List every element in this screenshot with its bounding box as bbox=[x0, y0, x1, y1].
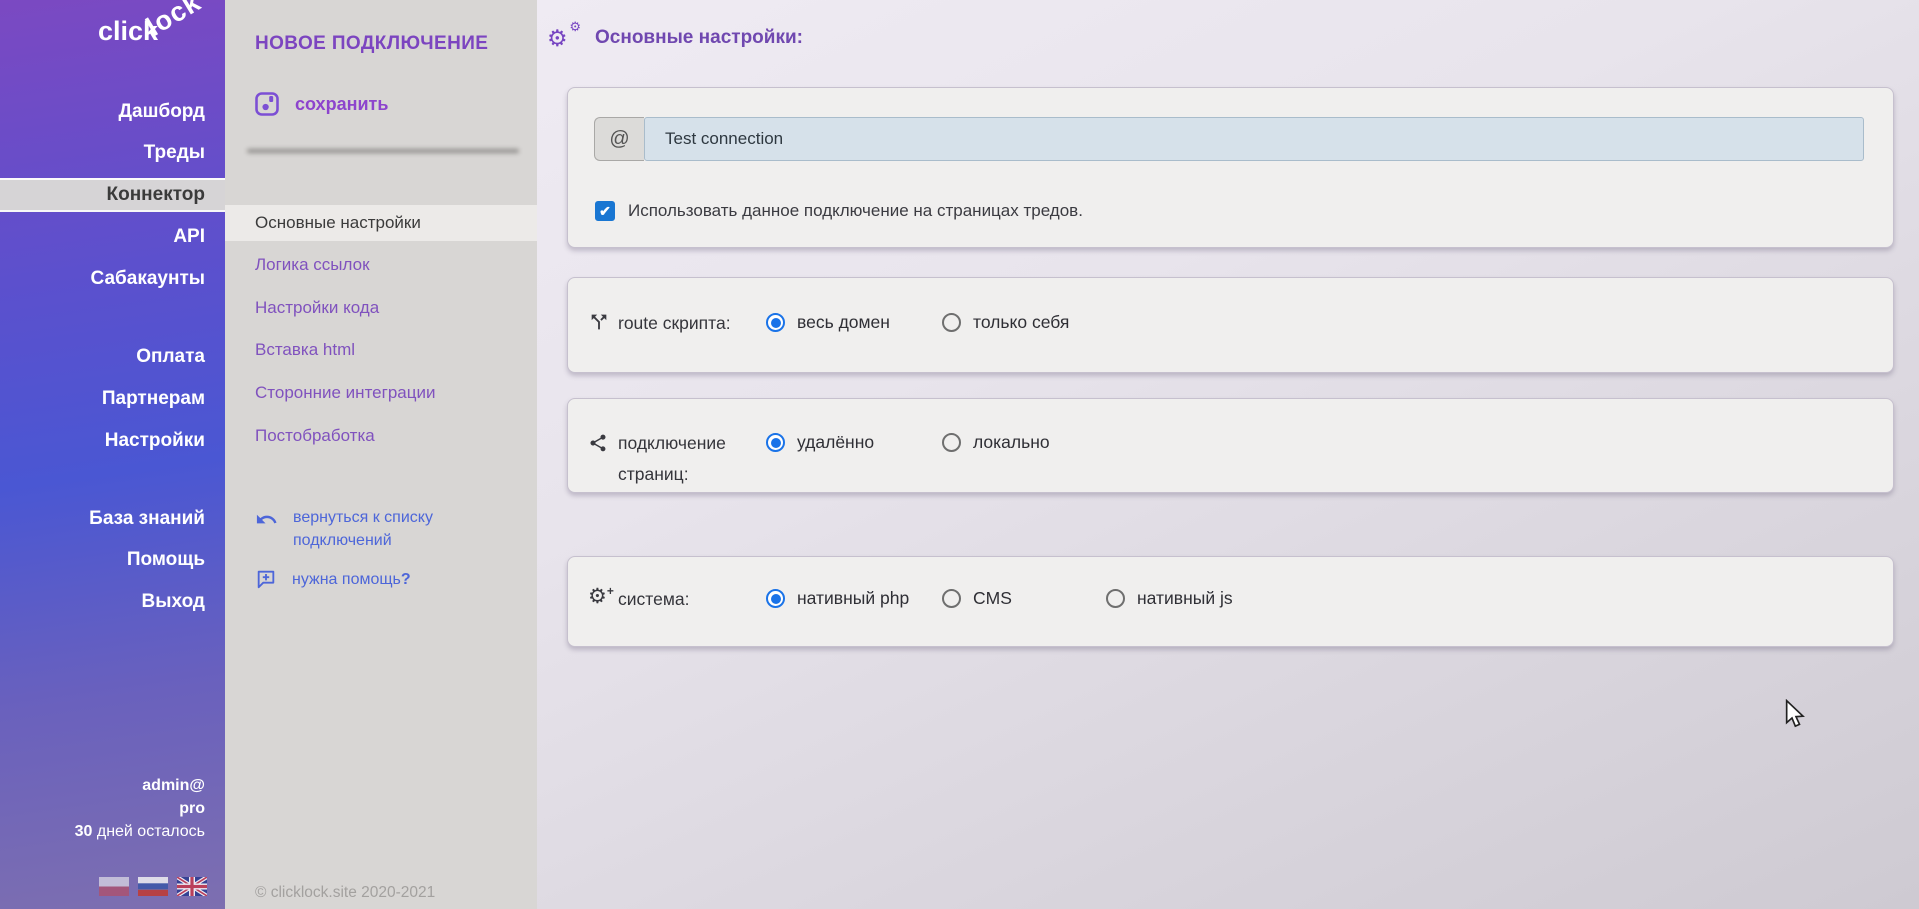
route-icon bbox=[588, 311, 610, 338]
route-script-card: route скрипта: весь домен только себя bbox=[567, 277, 1894, 373]
account-days-left: 30 дней осталось bbox=[75, 820, 205, 843]
need-help-link[interactable]: нужна помощь? bbox=[255, 568, 411, 591]
use-on-threads-label: Использовать данное подключение на стран… bbox=[628, 201, 1083, 221]
at-prefix: @ bbox=[594, 117, 644, 161]
sidebar-item-threads[interactable]: Треды bbox=[0, 136, 225, 170]
clicklock-app: { "colors": { "accent_purple": "#7c45c0"… bbox=[0, 0, 1919, 909]
radio-icon[interactable] bbox=[942, 433, 961, 452]
gear-plus-icon: ⚙+ bbox=[588, 585, 607, 608]
share-icon bbox=[588, 433, 608, 458]
sidebar-item-connector[interactable]: Коннектор bbox=[0, 178, 225, 212]
sidebar-item-dashboard[interactable]: Дашборд bbox=[0, 95, 225, 129]
system-card: ⚙+ система: нативный php CMS нативный js bbox=[567, 556, 1894, 647]
sidebar-item-logout[interactable]: Выход bbox=[0, 585, 225, 619]
sidebar-item-partners[interactable]: Партнерам bbox=[0, 382, 225, 416]
system-label: система: bbox=[618, 584, 689, 615]
panel-tab-html-insert[interactable]: Вставка html bbox=[225, 332, 537, 368]
undo-arrow-icon bbox=[255, 508, 278, 531]
panel-tab-code-settings[interactable]: Настройки кода bbox=[225, 290, 537, 326]
flag-uk-icon[interactable] bbox=[177, 877, 207, 896]
page-connection-label: подключение страниц: bbox=[618, 428, 726, 490]
back-to-connections-link[interactable]: вернуться к списку подключений bbox=[255, 506, 433, 552]
panel-tab-link-logic[interactable]: Логика ссылок bbox=[225, 247, 537, 283]
main-header-title: Основные настройки: bbox=[595, 27, 803, 49]
clicklock-logo[interactable]: clicklock bbox=[98, 16, 216, 47]
radio-icon[interactable] bbox=[766, 313, 785, 332]
save-icon bbox=[253, 90, 281, 118]
panel-divider bbox=[247, 149, 519, 153]
sidebar-item-help[interactable]: Помощь bbox=[0, 543, 225, 577]
sidebar-item-knowledge-base[interactable]: База знаний bbox=[0, 502, 225, 536]
account-plan: pro bbox=[75, 797, 205, 820]
help-link-text: нужна помощь? bbox=[292, 568, 411, 591]
main-content: ⚙⚙ Основные настройки: @ Использовать да… bbox=[537, 0, 1919, 909]
settings-gears-icon: ⚙⚙ bbox=[547, 22, 581, 54]
radio-option-local[interactable]: локально bbox=[942, 432, 1050, 453]
add-comment-icon bbox=[255, 568, 277, 590]
connection-panel: НОВОЕ ПОДКЛЮЧЕНИЕ сохранить Основные нас… bbox=[225, 0, 537, 909]
panel-tab-postprocessing[interactable]: Постобработка bbox=[225, 418, 537, 454]
sidebar-item-payment[interactable]: Оплата bbox=[0, 340, 225, 374]
account-email: admin@ bbox=[75, 774, 205, 797]
save-button[interactable]: сохранить bbox=[253, 90, 388, 118]
route-script-label: route скрипта: bbox=[618, 308, 731, 339]
radio-option-whole-domain[interactable]: весь домен bbox=[766, 312, 890, 333]
radio-icon[interactable] bbox=[766, 433, 785, 452]
flag-russia-icon[interactable] bbox=[138, 877, 168, 896]
back-link-text: вернуться к списку подключений bbox=[293, 506, 433, 552]
use-on-threads-row: Использовать данное подключение на стран… bbox=[595, 201, 1083, 221]
radio-icon[interactable] bbox=[766, 589, 785, 608]
main-header: ⚙⚙ Основные настройки: bbox=[547, 22, 803, 54]
sidebar: clicklock Дашборд Треды Коннектор API Са… bbox=[0, 0, 225, 909]
flag-poland-icon[interactable] bbox=[99, 877, 129, 896]
panel-title: НОВОЕ ПОДКЛЮЧЕНИЕ bbox=[255, 33, 488, 55]
radio-icon[interactable] bbox=[942, 589, 961, 608]
radio-option-cms[interactable]: CMS bbox=[942, 588, 1012, 609]
sidebar-item-settings[interactable]: Настройки bbox=[0, 424, 225, 458]
connection-name-input[interactable] bbox=[644, 117, 1864, 161]
language-switcher bbox=[99, 877, 207, 896]
radio-option-only-self[interactable]: только себя bbox=[942, 312, 1069, 333]
radio-icon[interactable] bbox=[1106, 589, 1125, 608]
radio-icon[interactable] bbox=[942, 313, 961, 332]
panel-tab-main-settings[interactable]: Основные настройки bbox=[225, 205, 537, 241]
mouse-cursor bbox=[1783, 699, 1807, 734]
page-connection-card: подключение страниц: удалённо локально bbox=[567, 398, 1894, 493]
radio-option-native-js[interactable]: нативный js bbox=[1106, 588, 1233, 609]
radio-option-native-php[interactable]: нативный php bbox=[766, 588, 909, 609]
connection-name-card: @ Использовать данное подключение на стр… bbox=[567, 87, 1894, 248]
radio-option-remote[interactable]: удалённо bbox=[766, 432, 874, 453]
sidebar-item-api[interactable]: API bbox=[0, 220, 225, 254]
sidebar-item-subaccounts[interactable]: Сабакаунты bbox=[0, 262, 225, 296]
save-button-label: сохранить bbox=[295, 94, 388, 115]
account-info: admin@ pro 30 дней осталось bbox=[75, 774, 205, 843]
use-on-threads-checkbox[interactable] bbox=[595, 201, 615, 221]
panel-tab-integrations[interactable]: Сторонние интеграции bbox=[225, 375, 537, 411]
copyright-footer: © clicklock.site 2020-2021 bbox=[255, 884, 435, 902]
connection-name-group: @ bbox=[594, 117, 1864, 161]
